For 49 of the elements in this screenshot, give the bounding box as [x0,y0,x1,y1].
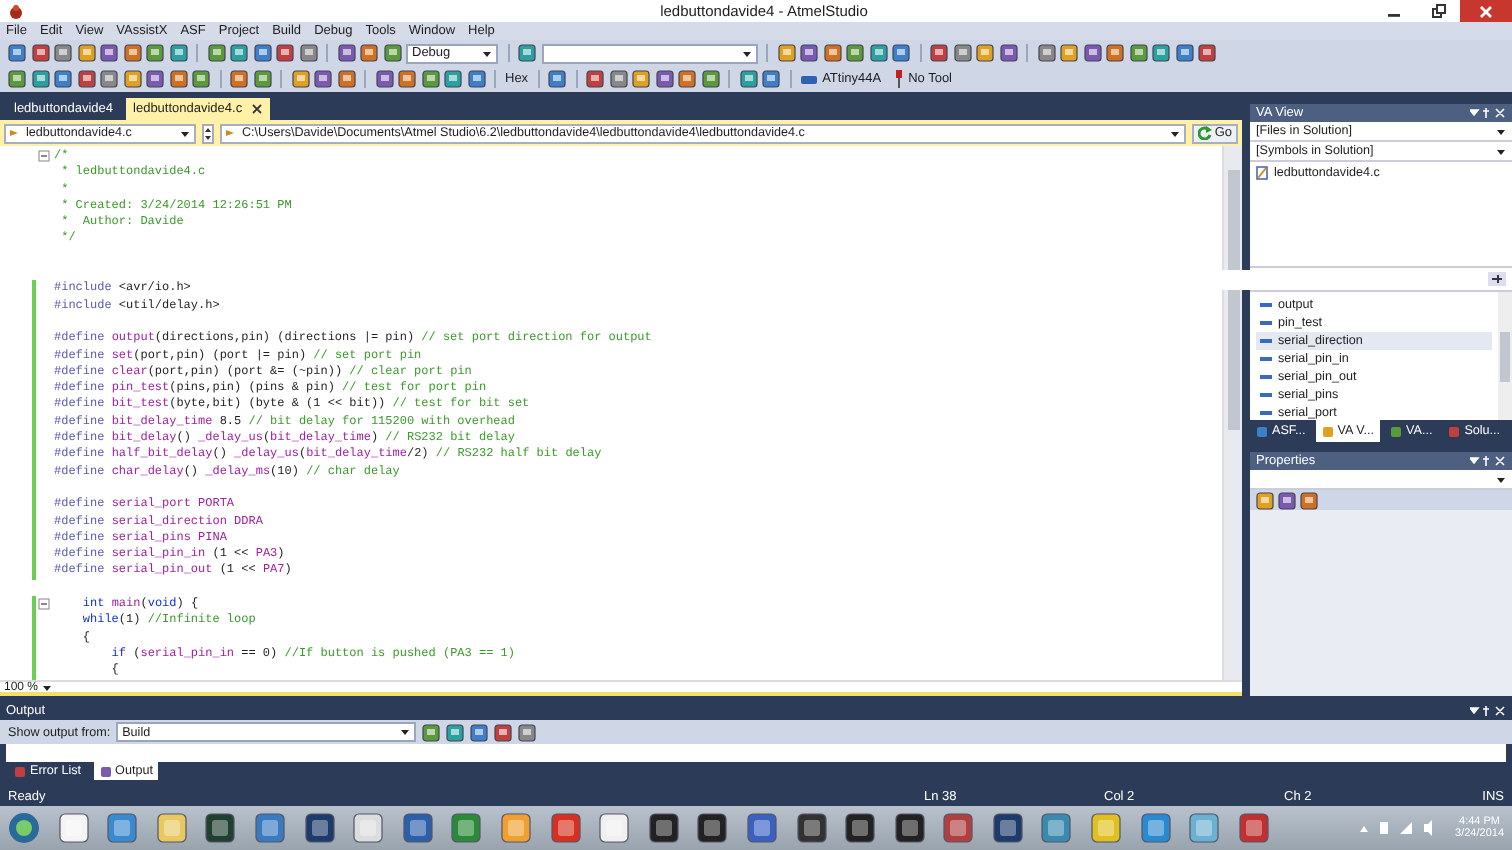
probe-icon [894,70,905,88]
app-icon[interactable] [647,812,680,844]
arrow-icon [10,128,20,138]
panel-controls-icon[interactable] [1470,108,1506,118]
app-icon[interactable] [352,812,385,844]
caret-icon[interactable] [1496,127,1506,135]
app-icon[interactable] [598,812,631,844]
tab-icon [1390,425,1403,437]
close-icon[interactable] [252,104,263,114]
app-icon[interactable] [795,812,827,844]
caret-icon[interactable] [1170,129,1181,137]
spin-icon[interactable] [202,123,214,143]
app-icon[interactable] [745,812,778,844]
pin-icon[interactable] [1488,272,1506,286]
caret-icon[interactable] [1496,147,1506,155]
arrow-icon [226,128,236,138]
tab-icon [14,765,26,777]
start-orb-icon[interactable] [8,812,40,844]
caret-icon[interactable] [741,49,751,57]
close-button[interactable] [1460,0,1512,22]
app-icon[interactable] [401,812,434,844]
panel-controls-icon[interactable] [1470,706,1506,716]
vertical-scrollbar[interactable] [1222,146,1242,680]
collapse-icon[interactable] [37,598,49,611]
tab-icon [1256,425,1268,437]
app-icon[interactable] [844,812,877,844]
app-icon[interactable] [942,812,975,844]
app-icon[interactable] [893,812,926,844]
app-icon[interactable] [696,812,729,844]
app-icon[interactable] [57,812,90,844]
close-icon [1480,5,1492,17]
tab-icon [1448,425,1461,437]
caret-icon[interactable] [482,49,492,57]
app-icon[interactable] [549,812,582,844]
collapse-icon[interactable] [37,150,49,163]
app-icon[interactable] [1237,812,1270,844]
chip-icon [800,73,819,85]
list-scrollbar[interactable] [1498,292,1512,420]
app-icon[interactable] [991,812,1024,844]
app-icon[interactable] [303,812,336,844]
refresh-icon [1198,126,1213,140]
tab-icon [99,765,112,777]
caret-icon[interactable] [180,129,190,137]
caret-icon[interactable] [1496,475,1506,483]
caret-icon[interactable] [400,728,411,736]
tab-icon [1321,425,1334,437]
app-icon[interactable] [204,812,237,844]
panel-controls-icon[interactable] [1470,456,1506,466]
app-logo-icon [8,3,24,19]
